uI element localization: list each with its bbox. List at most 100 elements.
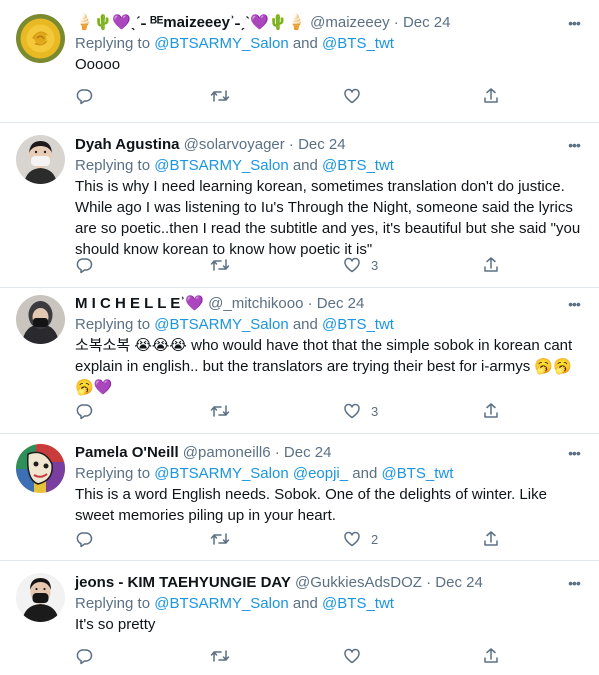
reply-icon bbox=[76, 404, 93, 420]
reply-icon bbox=[76, 649, 93, 665]
avatar[interactable] bbox=[16, 14, 65, 63]
mention-link[interactable]: @BTSARMY_Salon bbox=[154, 316, 288, 333]
tweet-text: It's so pretty bbox=[75, 616, 156, 633]
retweet-icon bbox=[210, 259, 230, 271]
share-icon bbox=[484, 88, 498, 103]
separator-dot: · bbox=[393, 14, 399, 31]
share-button[interactable] bbox=[482, 646, 500, 666]
joiner-text: and bbox=[352, 465, 378, 482]
like-button[interactable] bbox=[343, 86, 371, 106]
like-button[interactable]: 3 bbox=[343, 255, 378, 275]
like-icon bbox=[344, 531, 360, 547]
replying-to: Replying to @BTSARMY_Salon and @BTS_twt bbox=[75, 593, 583, 614]
joiner-text: and bbox=[292, 595, 318, 612]
share-button[interactable] bbox=[482, 86, 500, 106]
replying-prefix: Replying to bbox=[75, 316, 151, 333]
reply-button[interactable] bbox=[75, 529, 103, 549]
tweet[interactable]: jeons - KIM TAEHYUNGIE DAY @GukkiesAdsDO… bbox=[0, 561, 599, 675]
tweet-text: This is why I need learning korean, some… bbox=[75, 178, 581, 258]
joiner-text: and bbox=[292, 316, 318, 333]
username[interactable]: @maizeeey bbox=[310, 14, 389, 31]
tweet-header: Pamela O'Neill @pamoneill6 · Dec 24 bbox=[75, 443, 583, 463]
replying-prefix: Replying to bbox=[75, 595, 151, 612]
like-button[interactable]: 3 bbox=[343, 401, 378, 421]
timestamp[interactable]: Dec 24 bbox=[317, 295, 365, 312]
timestamp[interactable]: Dec 24 bbox=[284, 444, 332, 461]
retweet-icon bbox=[210, 405, 230, 417]
tweet-header: 🍦🌵💜ˎˊ˗ ᴮᴱmaizeeeyʾ˗ˏˋ💜🌵🍦 @maizeeey · Dec… bbox=[75, 13, 583, 33]
tweet[interactable]: Dyah Agustina @solarvoyager · Dec 24 •••… bbox=[0, 123, 599, 288]
retweet-button[interactable] bbox=[210, 255, 240, 275]
more-icon[interactable]: ••• bbox=[565, 294, 583, 314]
mention-link[interactable]: @BTS_twt bbox=[322, 595, 394, 612]
share-button[interactable] bbox=[482, 255, 500, 275]
reply-button[interactable] bbox=[75, 646, 103, 666]
replying-to: Replying to @BTSARMY_Salon and @BTS_twt bbox=[75, 155, 583, 176]
share-icon bbox=[484, 648, 498, 663]
replying-prefix: Replying to bbox=[75, 157, 151, 174]
tweet[interactable]: M I C H E L L Eʾ💜 @_mitchikooo · Dec 24 … bbox=[0, 288, 599, 434]
like-icon bbox=[344, 257, 360, 273]
reply-button[interactable] bbox=[75, 401, 103, 421]
timestamp[interactable]: Dec 24 bbox=[298, 136, 346, 153]
replying-prefix: Replying to bbox=[75, 465, 151, 482]
retweet-icon bbox=[210, 90, 230, 102]
tweet-text: Ooooo bbox=[75, 56, 121, 73]
tweet-actions: 3 bbox=[75, 401, 583, 421]
timestamp[interactable]: Dec 24 bbox=[435, 574, 483, 591]
separator-dot: · bbox=[426, 574, 432, 591]
mention-link[interactable]: @BTS_twt bbox=[322, 157, 394, 174]
mention-link[interactable]: @BTSARMY_Salon bbox=[154, 465, 288, 482]
share-button[interactable] bbox=[482, 529, 500, 549]
display-name[interactable]: jeons - KIM TAEHYUNGIE DAY bbox=[75, 574, 291, 591]
mention-link[interactable]: @BTSARMY_Salon bbox=[154, 595, 288, 612]
share-button[interactable] bbox=[482, 401, 500, 421]
reply-button[interactable] bbox=[75, 255, 103, 275]
username[interactable]: @pamoneill6 bbox=[183, 444, 271, 461]
replying-prefix: Replying to bbox=[75, 35, 151, 52]
avatar[interactable] bbox=[16, 444, 65, 493]
more-icon[interactable]: ••• bbox=[565, 135, 583, 155]
display-name[interactable]: 🍦🌵💜ˎˊ˗ ᴮᴱmaizeeeyʾ˗ˏˋ💜🌵🍦 bbox=[75, 14, 306, 31]
username[interactable]: @solarvoyager bbox=[184, 136, 285, 153]
like-button[interactable]: 2 bbox=[343, 529, 378, 549]
more-icon[interactable]: ••• bbox=[565, 573, 583, 593]
mention-link[interactable]: @BTS_twt bbox=[322, 316, 394, 333]
reply-icon bbox=[76, 258, 93, 274]
more-icon[interactable]: ••• bbox=[565, 13, 583, 33]
avatar[interactable] bbox=[16, 295, 65, 344]
replying-to: Replying to @BTSARMY_Salon and @BTS_twt bbox=[75, 314, 583, 335]
like-count: 3 bbox=[371, 403, 379, 419]
retweet-icon bbox=[210, 650, 230, 662]
mention-link[interactable]: @BTS_twt bbox=[322, 35, 394, 52]
like-button[interactable] bbox=[343, 646, 371, 666]
share-icon bbox=[484, 257, 498, 272]
timestamp[interactable]: Dec 24 bbox=[403, 14, 451, 31]
share-icon bbox=[484, 403, 498, 418]
retweet-button[interactable] bbox=[210, 401, 240, 421]
reply-button[interactable] bbox=[75, 86, 103, 106]
mention-link[interactable]: @BTS_twt bbox=[381, 465, 453, 482]
like-icon bbox=[344, 403, 360, 419]
like-icon bbox=[344, 88, 360, 104]
tweet[interactable]: 🍦🌵💜ˎˊ˗ ᴮᴱmaizeeeyʾ˗ˏˋ💜🌵🍦 @maizeeey · Dec… bbox=[0, 0, 599, 123]
more-icon[interactable]: ••• bbox=[565, 443, 583, 463]
tweet-actions bbox=[75, 86, 583, 106]
like-count: 3 bbox=[371, 257, 379, 273]
tweet-text: This is a word English needs. Sobok. One… bbox=[75, 486, 547, 524]
retweet-button[interactable] bbox=[210, 646, 240, 666]
username[interactable]: @_mitchikooo bbox=[208, 295, 303, 312]
display-name[interactable]: Pamela O'Neill bbox=[75, 444, 179, 461]
mention-link[interactable]: @BTSARMY_Salon bbox=[154, 35, 288, 52]
avatar[interactable] bbox=[16, 573, 65, 622]
username[interactable]: @GukkiesAdsDOZ bbox=[295, 574, 422, 591]
tweet[interactable]: Pamela O'Neill @pamoneill6 · Dec 24 ••• … bbox=[0, 434, 599, 561]
mention-link[interactable]: @BTSARMY_Salon bbox=[154, 157, 288, 174]
retweet-button[interactable] bbox=[210, 86, 240, 106]
mention-link[interactable]: @eopji_ bbox=[293, 465, 348, 482]
retweet-button[interactable] bbox=[210, 529, 240, 549]
display-name[interactable]: Dyah Agustina bbox=[75, 136, 179, 153]
avatar[interactable] bbox=[16, 135, 65, 184]
display-name[interactable]: M I C H E L L Eʾ💜 bbox=[75, 295, 204, 312]
like-icon bbox=[344, 648, 360, 664]
